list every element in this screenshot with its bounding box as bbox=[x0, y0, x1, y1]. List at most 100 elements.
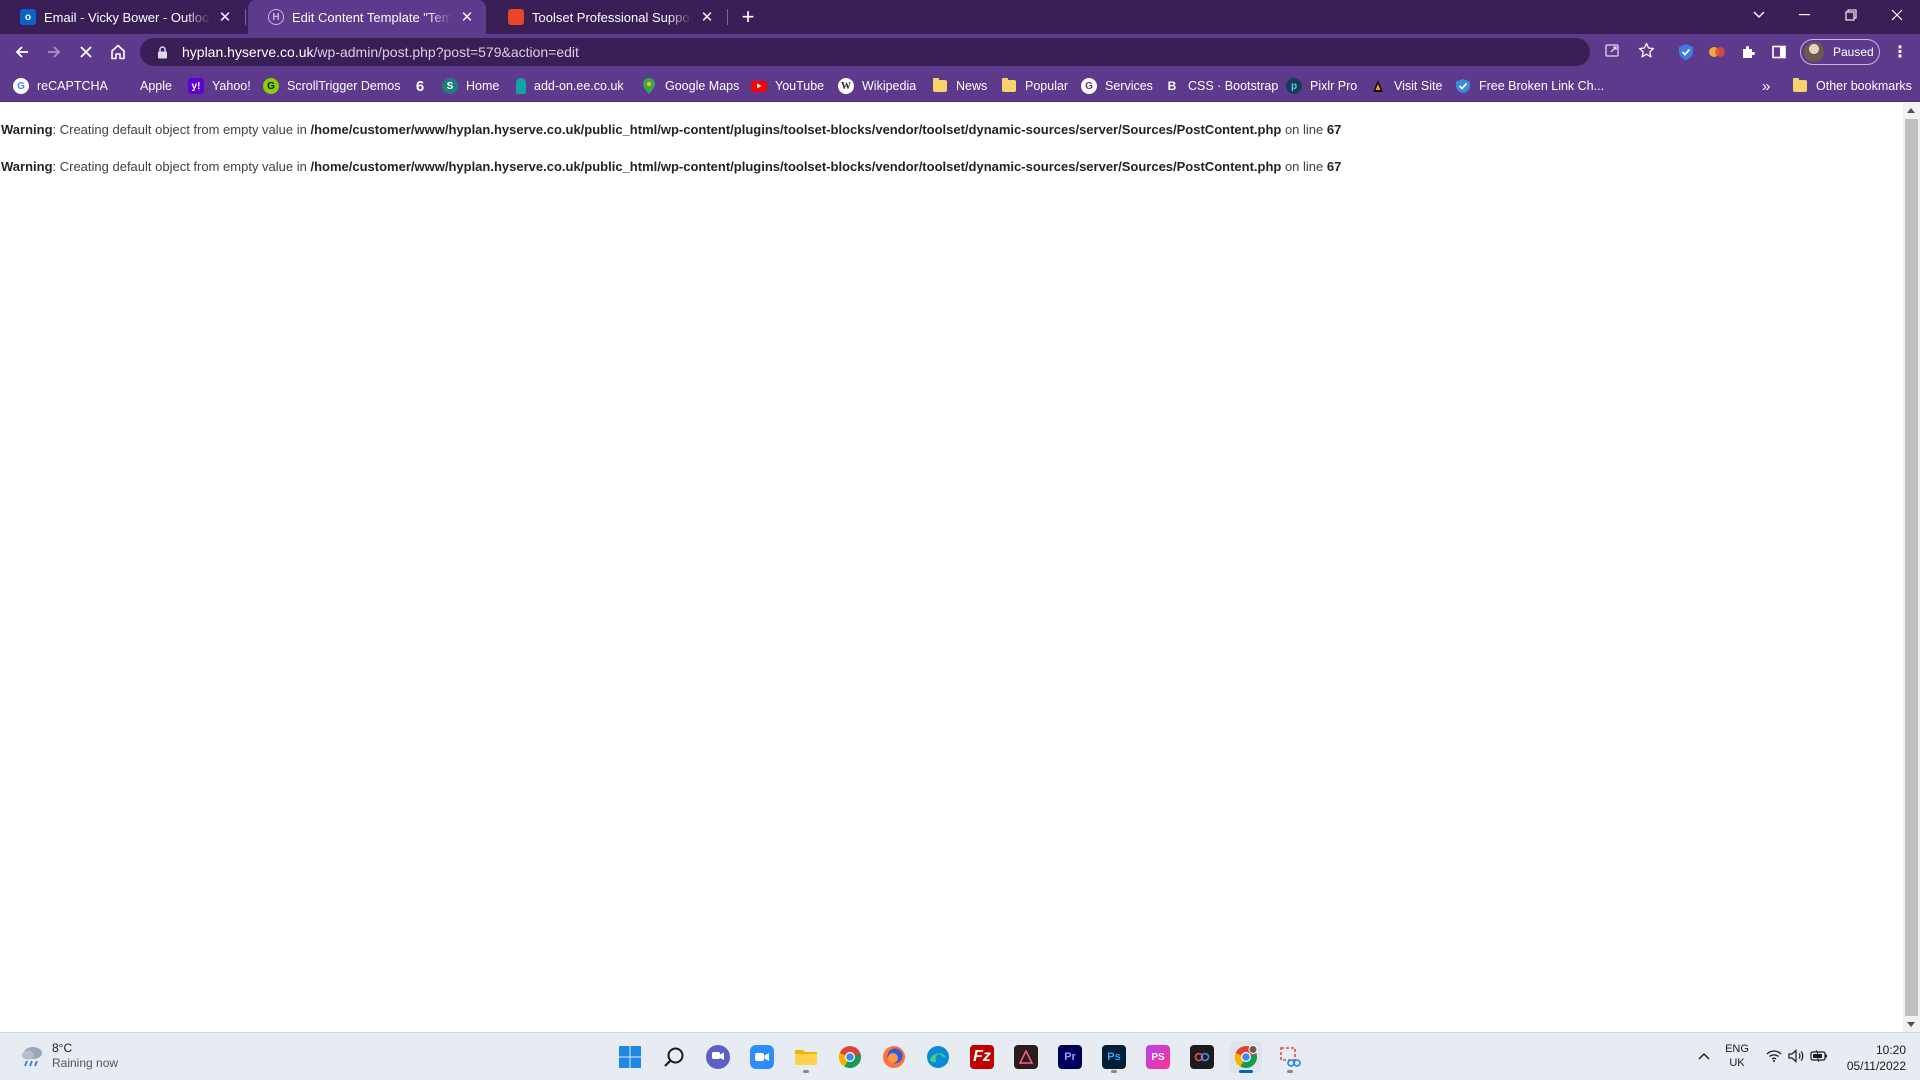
new-tab-button[interactable]: + bbox=[736, 4, 760, 29]
taskbar-file-explorer[interactable] bbox=[790, 1041, 822, 1073]
lock-icon[interactable] bbox=[154, 44, 170, 60]
tab-close-icon[interactable]: ✕ bbox=[698, 8, 716, 26]
start-button[interactable] bbox=[614, 1041, 646, 1073]
close-icon[interactable] bbox=[1874, 0, 1920, 30]
warning-line-text: on line bbox=[1281, 122, 1327, 137]
bookmark-visit-site[interactable]: Visit Site bbox=[1370, 76, 1442, 96]
tab-toolset-support[interactable]: Toolset Professional Support - To ✕ bbox=[488, 0, 726, 34]
taskbar-photoshop[interactable]: Ps bbox=[1098, 1041, 1130, 1073]
tab-outlook[interactable]: o Email - Vicky Bower - Outlook ✕ bbox=[0, 0, 244, 34]
back-button[interactable] bbox=[8, 38, 36, 66]
taskbar-filezilla[interactable]: Fz bbox=[966, 1041, 998, 1073]
tab-close-icon[interactable]: ✕ bbox=[458, 8, 476, 26]
show-hidden-icons-button[interactable] bbox=[1694, 1041, 1714, 1071]
tab-title: Email - Vicky Bower - Outlook bbox=[44, 9, 210, 25]
taskbar-chrome-profile[interactable] bbox=[1230, 1041, 1262, 1073]
taskbar-chat[interactable] bbox=[702, 1041, 734, 1073]
rain-cloud-icon bbox=[22, 1046, 42, 1066]
services-icon: G bbox=[1081, 78, 1097, 94]
home-site-icon: S bbox=[442, 78, 458, 94]
bookmarks-overflow-button[interactable]: » bbox=[1762, 76, 1770, 96]
taskbar-edge[interactable] bbox=[922, 1041, 954, 1073]
tab-close-icon[interactable]: ✕ bbox=[216, 8, 234, 26]
bookmark-recaptcha[interactable]: G reCAPTCHA bbox=[13, 76, 108, 96]
bookmark-folder-popular[interactable]: Popular bbox=[1001, 76, 1068, 96]
bookmark-folder-news[interactable]: News bbox=[932, 76, 987, 96]
warning-line-number: 67 bbox=[1326, 159, 1342, 174]
weather-widget[interactable]: 8°C Raining now bbox=[18, 1041, 118, 1070]
taskbar-zoom[interactable] bbox=[746, 1041, 778, 1073]
tab-edit-content-template[interactable]: H Edit Content Template "Template ✕ bbox=[248, 0, 486, 34]
bookmark-apple[interactable]: Apple bbox=[116, 76, 172, 96]
scroll-down-arrow-icon[interactable] bbox=[1907, 1022, 1915, 1027]
home-button[interactable] bbox=[104, 38, 132, 66]
profile-button[interactable]: Paused bbox=[1800, 39, 1880, 65]
extensions-puzzle-icon[interactable] bbox=[1738, 42, 1758, 62]
bookmark-star-icon[interactable] bbox=[1636, 40, 1656, 60]
bookmark-label: CSS · Bootstrap bbox=[1188, 79, 1279, 93]
clock-time: 10:20 bbox=[1875, 1043, 1906, 1057]
taskbar-creative-cloud[interactable] bbox=[1186, 1041, 1218, 1073]
minimize-icon[interactable] bbox=[1782, 0, 1828, 30]
arrow-left-icon bbox=[15, 46, 28, 58]
page-content: Warning: Creating default object from em… bbox=[0, 103, 1903, 1032]
home-icon bbox=[111, 44, 125, 60]
pixlr-icon: p bbox=[1286, 78, 1302, 94]
weather-condition: Raining now bbox=[52, 1056, 119, 1070]
scroll-up-arrow-icon[interactable] bbox=[1907, 108, 1915, 113]
forward-button[interactable] bbox=[40, 38, 68, 66]
scrollbar-thumb[interactable] bbox=[1905, 119, 1918, 1016]
taskbar-phpstorm[interactable]: PS bbox=[1142, 1041, 1174, 1073]
taskbar-search-button[interactable] bbox=[658, 1041, 690, 1073]
warning-file-path: /home/customer/www/hyplan.hyserve.co.uk/… bbox=[310, 159, 1282, 174]
taskbar-firefox[interactable] bbox=[878, 1041, 910, 1073]
bookmark-yahoo[interactable]: y! Yahoo! bbox=[188, 76, 251, 96]
battery-icon[interactable] bbox=[1808, 1041, 1830, 1071]
yahoo-icon: y! bbox=[188, 78, 204, 94]
bookmark-css-bootstrap[interactable]: B CSS · Bootstrap bbox=[1164, 76, 1279, 96]
extension-colorful-icon[interactable] bbox=[1707, 42, 1727, 62]
other-bookmarks[interactable]: Other bookmarks bbox=[1792, 76, 1912, 96]
bookmark-broken-link-checker[interactable]: Free Broken Link Ch... bbox=[1455, 76, 1604, 96]
bookmark-wikipedia[interactable]: W Wikipedia bbox=[838, 76, 916, 96]
system-clock[interactable]: 10:20 05/11/2022 bbox=[1840, 1042, 1906, 1074]
bookmark-services[interactable]: G Services bbox=[1081, 76, 1153, 96]
address-bar[interactable]: hyplan.hyserve.co.uk/wp-admin/post.php?p… bbox=[140, 38, 1590, 66]
language-code: ENG bbox=[1725, 1043, 1749, 1055]
warning-label: Warning bbox=[1, 159, 53, 174]
premiere-pro-icon: Pr bbox=[1058, 1045, 1082, 1069]
extension-shield-icon[interactable] bbox=[1676, 42, 1696, 62]
page-scrollbar[interactable] bbox=[1903, 103, 1920, 1032]
youtube-icon bbox=[751, 80, 767, 92]
tab-strip: o Email - Vicky Bower - Outlook ✕ H Edit… bbox=[0, 0, 1920, 34]
taskbar-snipping-tool[interactable] bbox=[1274, 1041, 1306, 1073]
bookmark-label: add-on.ee.co.uk bbox=[534, 79, 624, 93]
zoom-icon bbox=[750, 1045, 774, 1069]
bookmark-label: Visit Site bbox=[1394, 79, 1443, 93]
bookmark-scrolltrigger[interactable]: G ScrollTrigger Demos bbox=[263, 76, 400, 96]
stop-loading-button[interactable] bbox=[72, 38, 100, 66]
restore-icon[interactable] bbox=[1828, 0, 1874, 30]
side-panel-icon[interactable] bbox=[1769, 42, 1789, 62]
bookmark-pixlr-pro[interactable]: p Pixlr Pro bbox=[1286, 76, 1357, 96]
share-icon[interactable] bbox=[1602, 40, 1622, 60]
wifi-icon[interactable] bbox=[1764, 1041, 1784, 1071]
bookmark-six[interactable]: 6 bbox=[412, 76, 428, 96]
wordpress-hyserve-icon: H bbox=[268, 9, 284, 25]
taskbar-affinity[interactable] bbox=[1010, 1041, 1042, 1073]
tab-search-icon[interactable] bbox=[1736, 0, 1782, 30]
taskbar-chrome[interactable] bbox=[834, 1041, 866, 1073]
bookmark-youtube[interactable]: YouTube bbox=[751, 76, 824, 96]
more-options-icon[interactable]: ⋮ bbox=[1890, 42, 1910, 62]
language-indicator[interactable]: ENG UK bbox=[1722, 1041, 1752, 1071]
taskbar-premiere-pro[interactable]: Pr bbox=[1054, 1041, 1086, 1073]
search-icon bbox=[664, 1047, 684, 1067]
volume-icon[interactable] bbox=[1786, 1041, 1806, 1071]
bookmark-home[interactable]: S Home bbox=[442, 76, 499, 96]
edge-icon bbox=[927, 1046, 949, 1068]
bookmark-google-maps[interactable]: Google Maps bbox=[641, 76, 739, 96]
running-indicator bbox=[1111, 1070, 1117, 1073]
bootstrap-icon: B bbox=[1167, 79, 1177, 93]
apple-icon bbox=[116, 78, 132, 94]
bookmark-add-on-ee[interactable]: add-on.ee.co.uk bbox=[516, 76, 624, 96]
